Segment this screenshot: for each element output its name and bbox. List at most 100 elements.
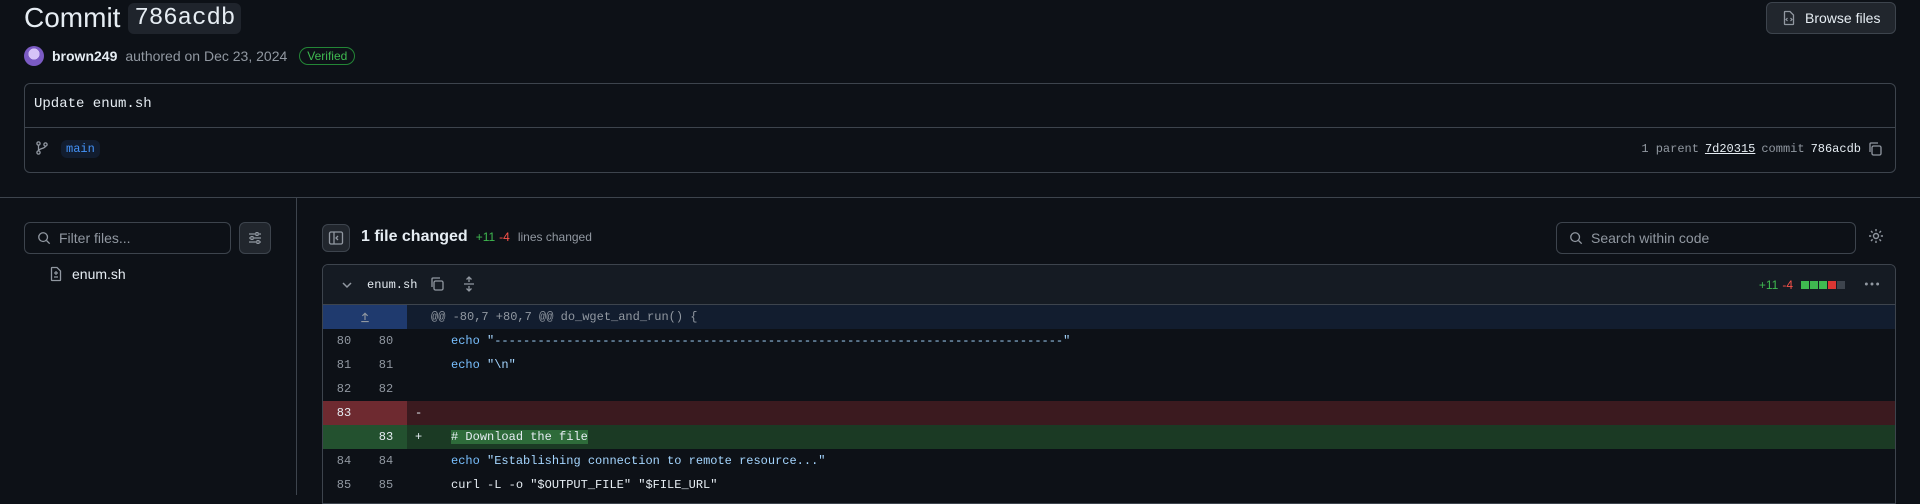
deletions-count: -4 [499, 230, 510, 244]
chevron-down-icon[interactable] [339, 277, 355, 293]
file-diff-icon [50, 266, 62, 282]
code-keyword: echo [451, 358, 480, 372]
commit-sha-short: 786acdb [1810, 142, 1861, 156]
commit-message-box: Update enum.sh main 1 parent 7d20315 com… [24, 83, 1896, 173]
parent-sha-link[interactable]: 7d20315 [1705, 142, 1755, 156]
diff-row: 85 85 curl -L -o "$OUTPUT_FILE" "$FILE_U… [323, 473, 1895, 497]
file-diff-header: enum.sh +11 -4 [323, 265, 1895, 305]
new-line-number[interactable]: 80 [365, 329, 407, 353]
commit-header: Commit 786acdb Browse files brown249 aut… [0, 0, 1920, 197]
filter-options-button[interactable] [239, 222, 271, 254]
search-placeholder: Search within code [1591, 230, 1710, 246]
hunk-header-row: @@ -80,7 +80,7 @@ do_wget_and_run() { [323, 305, 1895, 329]
new-line-number[interactable]: 82 [365, 377, 407, 401]
commit-message: Update enum.sh [34, 96, 152, 112]
diff-row: 82 82 [323, 377, 1895, 401]
code-line: + # Download the file [407, 425, 1895, 449]
new-line-number[interactable]: 81 [365, 353, 407, 377]
code-rest: "Establishing connection to remote resou… [479, 454, 826, 468]
added-row: 83 + # Download the file [323, 425, 1895, 449]
diff-panel: 1 file changed +11 -4 lines changed Sear… [298, 198, 1920, 504]
diff-sign [415, 382, 422, 396]
browse-files-label: Browse files [1805, 10, 1881, 26]
git-branch-icon [36, 141, 48, 155]
kebab-menu-icon[interactable] [1863, 275, 1881, 293]
deleted-row: 83 - [323, 401, 1895, 425]
code-keyword: echo [451, 334, 480, 348]
copy-icon[interactable] [429, 276, 445, 292]
files-changed-summary: 1 file changed +11 -4 lines changed [361, 228, 592, 246]
avatar[interactable] [24, 46, 44, 66]
old-line-number[interactable]: 82 [323, 377, 365, 401]
diff-row: 84 84 echo "Establishing connection to r… [323, 449, 1895, 473]
old-line-number[interactable]: 83 [323, 401, 365, 425]
sidebar-collapse-icon [328, 231, 344, 245]
search-code-input[interactable]: Search within code [1556, 222, 1856, 254]
verified-badge[interactable]: Verified [299, 47, 356, 65]
page-title: Commit 786acdb [24, 2, 242, 34]
search-icon [38, 232, 51, 245]
new-line-number[interactable] [365, 401, 407, 425]
code-line: echo "\n" [407, 353, 1895, 377]
parent-count: 1 parent [1641, 142, 1699, 156]
authored-text: authored on Dec 23, 2024 [125, 48, 288, 64]
code-line: curl -L -o "$OUTPUT_FILE" "$FILE_URL" [407, 473, 1895, 497]
toggle-sidebar-button[interactable] [322, 224, 350, 252]
browse-files-button[interactable]: Browse files [1766, 2, 1896, 34]
old-line-number[interactable] [323, 425, 365, 449]
commit-label: commit [1761, 142, 1805, 156]
code-keyword: echo [451, 454, 480, 468]
expand-all-icon[interactable] [461, 276, 477, 292]
diff-additions: +11 [1758, 278, 1779, 292]
author-link[interactable]: brown249 [52, 48, 117, 64]
expand-up-icon [361, 312, 369, 323]
parent-info: 1 parent 7d20315 commit 786acdb [1641, 141, 1883, 157]
code-rest: "---------------------------------------… [479, 334, 1071, 348]
code-rest: "\n" [479, 358, 516, 372]
code-line: - [407, 401, 1895, 425]
search-icon [1570, 232, 1583, 245]
code-comment: # Download the file [451, 430, 588, 444]
copy-icon[interactable] [1867, 141, 1883, 157]
divider [25, 127, 1895, 128]
code-rest: curl -L -o "$OUTPUT_FILE" "$FILE_URL" [451, 478, 718, 492]
file-diff: enum.sh +11 -4 @@ -80,7 +80,7 @@ do_wget… [322, 264, 1896, 504]
sliders-icon [249, 232, 261, 244]
code-line: echo "Establishing connection to remote … [407, 449, 1895, 473]
filter-placeholder: Filter files... [59, 230, 131, 246]
new-line-number[interactable]: 83 [365, 425, 407, 449]
old-line-number[interactable]: 81 [323, 353, 365, 377]
file-tree-label: enum.sh [72, 266, 126, 282]
diffstat-blocks [1801, 281, 1845, 289]
new-line-number[interactable]: 85 [365, 473, 407, 497]
filter-files-input[interactable]: Filter files... [24, 222, 231, 254]
author-row: brown249 authored on Dec 23, 2024 Verifi… [24, 46, 356, 66]
old-line-number[interactable]: 84 [323, 449, 365, 473]
file-tree-item[interactable]: enum.sh [48, 266, 126, 282]
file-tree-sidebar: Filter files... enum.sh [0, 198, 297, 495]
commit-sha: 786acdb [128, 2, 242, 34]
expand-up-button[interactable] [323, 305, 407, 329]
new-line-number[interactable]: 84 [365, 449, 407, 473]
old-line-number[interactable]: 80 [323, 329, 365, 353]
lines-changed-label: lines changed [517, 230, 592, 244]
branch-label[interactable]: main [61, 140, 100, 158]
title-prefix: Commit [24, 2, 121, 33]
diff-stats: +11 -4 [1759, 278, 1845, 292]
old-line-number[interactable]: 85 [323, 473, 365, 497]
hunk-header-text: @@ -80,7 +80,7 @@ do_wget_and_run() { [431, 310, 698, 324]
code-line [407, 377, 1895, 401]
diff-filename[interactable]: enum.sh [367, 278, 417, 292]
additions-count: +11 [475, 230, 496, 244]
file-code-icon [1783, 10, 1795, 26]
code-line: echo "----------------------------------… [407, 329, 1895, 353]
gear-icon[interactable] [1868, 228, 1884, 244]
diff-sign: - [415, 406, 423, 420]
diff-row: 80 80 echo "----------------------------… [323, 329, 1895, 353]
diff-row: 81 81 echo "\n" [323, 353, 1895, 377]
